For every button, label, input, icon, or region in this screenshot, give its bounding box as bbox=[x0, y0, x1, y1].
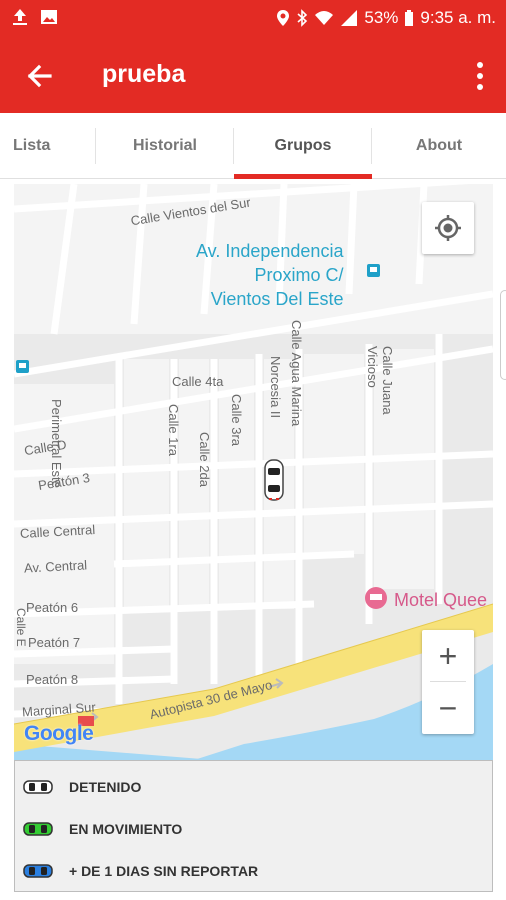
bus-stop-line-3: Vientos Del Este bbox=[210, 289, 344, 309]
upload-icon bbox=[13, 9, 27, 25]
wifi-icon bbox=[315, 11, 334, 25]
street-label: Calle 4ta bbox=[172, 374, 224, 389]
more-vert-icon[interactable] bbox=[470, 60, 490, 92]
car-icon bbox=[23, 780, 53, 794]
tab-lista-label: Lista bbox=[13, 137, 51, 154]
tab-bar: Lista Historial Grupos About bbox=[0, 113, 506, 179]
tab-historial[interactable]: Historial bbox=[96, 113, 234, 179]
location-icon bbox=[277, 10, 290, 26]
legend-label: EN MOVIMIENTO bbox=[69, 821, 183, 837]
street-label: Calle Agua Marina bbox=[289, 320, 304, 427]
street-label: Peatón 8 bbox=[26, 672, 79, 687]
zoom-out-button[interactable]: − bbox=[422, 682, 474, 734]
tab-historial-label: Historial bbox=[132, 137, 197, 154]
clock: 9:35 a. m. bbox=[420, 8, 496, 27]
tab-about[interactable]: About bbox=[372, 113, 506, 179]
street-label: Calle E bbox=[14, 608, 28, 647]
bus-stop-label: Av. Independencia Proximo C/ Vientos Del… bbox=[196, 239, 343, 311]
my-location-icon bbox=[435, 215, 461, 241]
page-title: prueba bbox=[102, 60, 186, 88]
scrollbar[interactable] bbox=[500, 290, 506, 380]
legend-item: + DE 1 DIAS SIN REPORTAR bbox=[15, 851, 258, 891]
street-label: Calle Juana Vicioso bbox=[365, 346, 395, 415]
legend-label: DETENIDO bbox=[69, 779, 142, 795]
tab-grupos[interactable]: Grupos bbox=[234, 113, 372, 179]
status-bar: 53% 9:35 a. m. bbox=[0, 0, 506, 38]
zoom-controls: + − bbox=[422, 630, 474, 734]
tab-lista[interactable]: Lista bbox=[0, 113, 96, 179]
app-bar: prueba bbox=[0, 38, 506, 113]
motel-label: Motel Quee bbox=[394, 590, 488, 610]
tab-about-label: About bbox=[415, 137, 463, 154]
image-icon bbox=[41, 10, 57, 24]
battery-icon bbox=[405, 10, 414, 26]
legend-item: EN MOVIMIENTO bbox=[15, 809, 182, 849]
signal-icon bbox=[341, 10, 358, 26]
zoom-in-button[interactable]: + bbox=[422, 630, 474, 682]
active-tab-indicator bbox=[234, 174, 372, 179]
map-view[interactable]: Calle Vientos del Sur Av. Independencia … bbox=[14, 184, 493, 760]
tab-grupos-label: Grupos bbox=[274, 137, 332, 154]
my-location-button[interactable] bbox=[422, 202, 474, 254]
bus-stop-line-1: Av. Independencia bbox=[196, 241, 344, 261]
vehicle-marker-icon[interactable] bbox=[263, 458, 285, 502]
back-arrow-icon[interactable] bbox=[20, 56, 60, 96]
street-label: Calle 1ra bbox=[166, 404, 181, 457]
battery-percent: 53% bbox=[364, 8, 399, 27]
legend-item: DETENIDO bbox=[15, 767, 141, 807]
car-icon bbox=[23, 822, 53, 836]
legend-panel: DETENIDO EN MOVIMIENTO + DE 1 DIAS SIN R… bbox=[14, 760, 493, 892]
street-label: Norcesia II bbox=[268, 356, 283, 419]
bluetooth-icon bbox=[297, 9, 308, 27]
street-label: Calle 3ra bbox=[229, 394, 244, 447]
car-icon bbox=[23, 864, 53, 878]
street-label: Peatón 7 bbox=[28, 635, 81, 650]
bus-stop-line-2: Proximo C/ bbox=[254, 265, 344, 285]
google-logo: Google bbox=[24, 722, 94, 745]
street-label: Peatón 6 bbox=[26, 600, 79, 615]
street-label: Calle 2da bbox=[197, 432, 212, 487]
legend-label: + DE 1 DIAS SIN REPORTAR bbox=[69, 863, 259, 879]
